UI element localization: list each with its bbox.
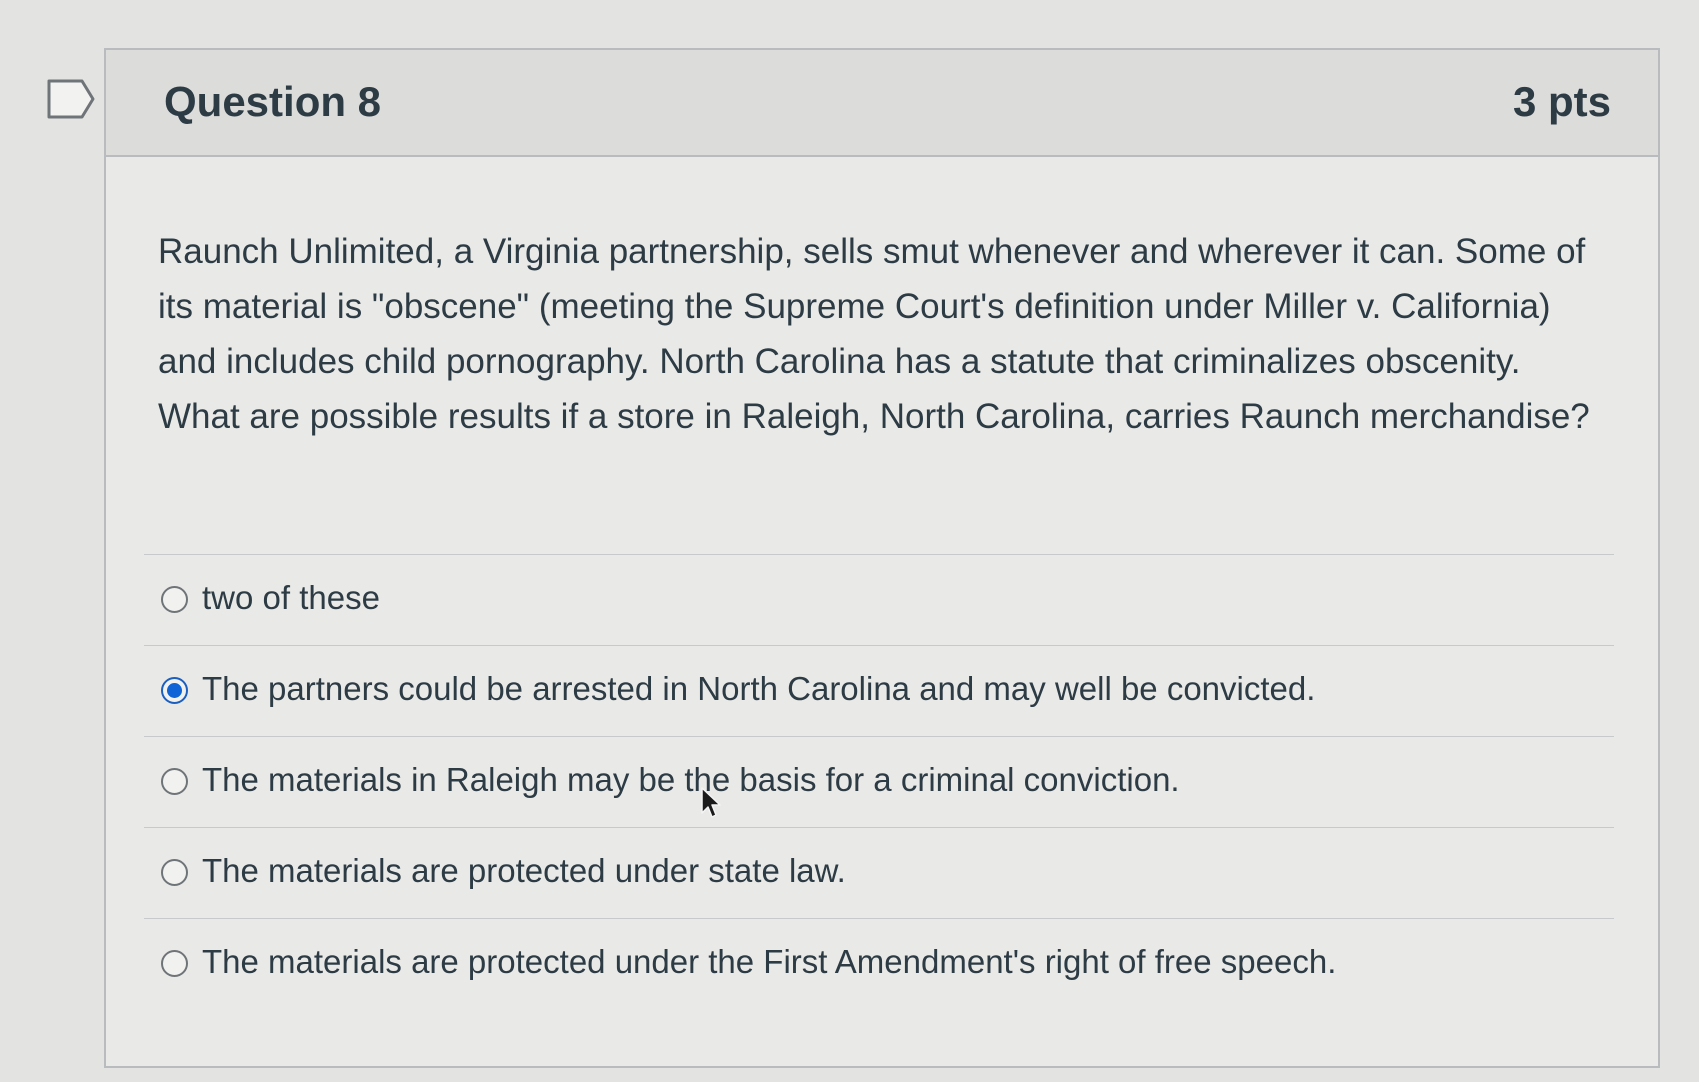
answer-label: The materials are protected under state …: [202, 852, 846, 889]
answer-label: two of these: [202, 579, 380, 616]
question-title: Question 8: [164, 78, 382, 125]
question-text: Raunch Unlimited, a Virginia partnership…: [158, 232, 1590, 436]
answer-option[interactable]: The partners could be arrested in North …: [144, 645, 1614, 736]
answer-label: The partners could be arrested in North …: [202, 670, 1316, 707]
answer-option[interactable]: The materials are protected under the Fi…: [144, 918, 1614, 1009]
answer-label: The materials in Raleigh may be the basi…: [202, 761, 1180, 798]
answer-option[interactable]: The materials in Raleigh may be the basi…: [144, 736, 1614, 827]
radio-button-selected[interactable]: [161, 677, 188, 704]
question-header: Question 8 3 pts: [106, 50, 1658, 157]
radio-button[interactable]: [161, 586, 188, 613]
question-points: 3 pts: [1512, 78, 1611, 125]
answer-label: The materials are protected under the Fi…: [202, 943, 1337, 980]
flag-question-icon[interactable]: [46, 78, 96, 120]
radio-button[interactable]: [161, 859, 188, 886]
mouse-pointer-icon: [701, 787, 721, 818]
answer-list: two of these The partners could be arres…: [144, 554, 1614, 1009]
question-card: Question 8 3 pts Raunch Unlimited, a Vir…: [104, 48, 1660, 1068]
answer-option[interactable]: two of these: [144, 554, 1614, 645]
radio-button[interactable]: [161, 950, 188, 977]
answer-option[interactable]: The materials are protected under state …: [144, 827, 1614, 918]
radio-button[interactable]: [161, 768, 188, 795]
